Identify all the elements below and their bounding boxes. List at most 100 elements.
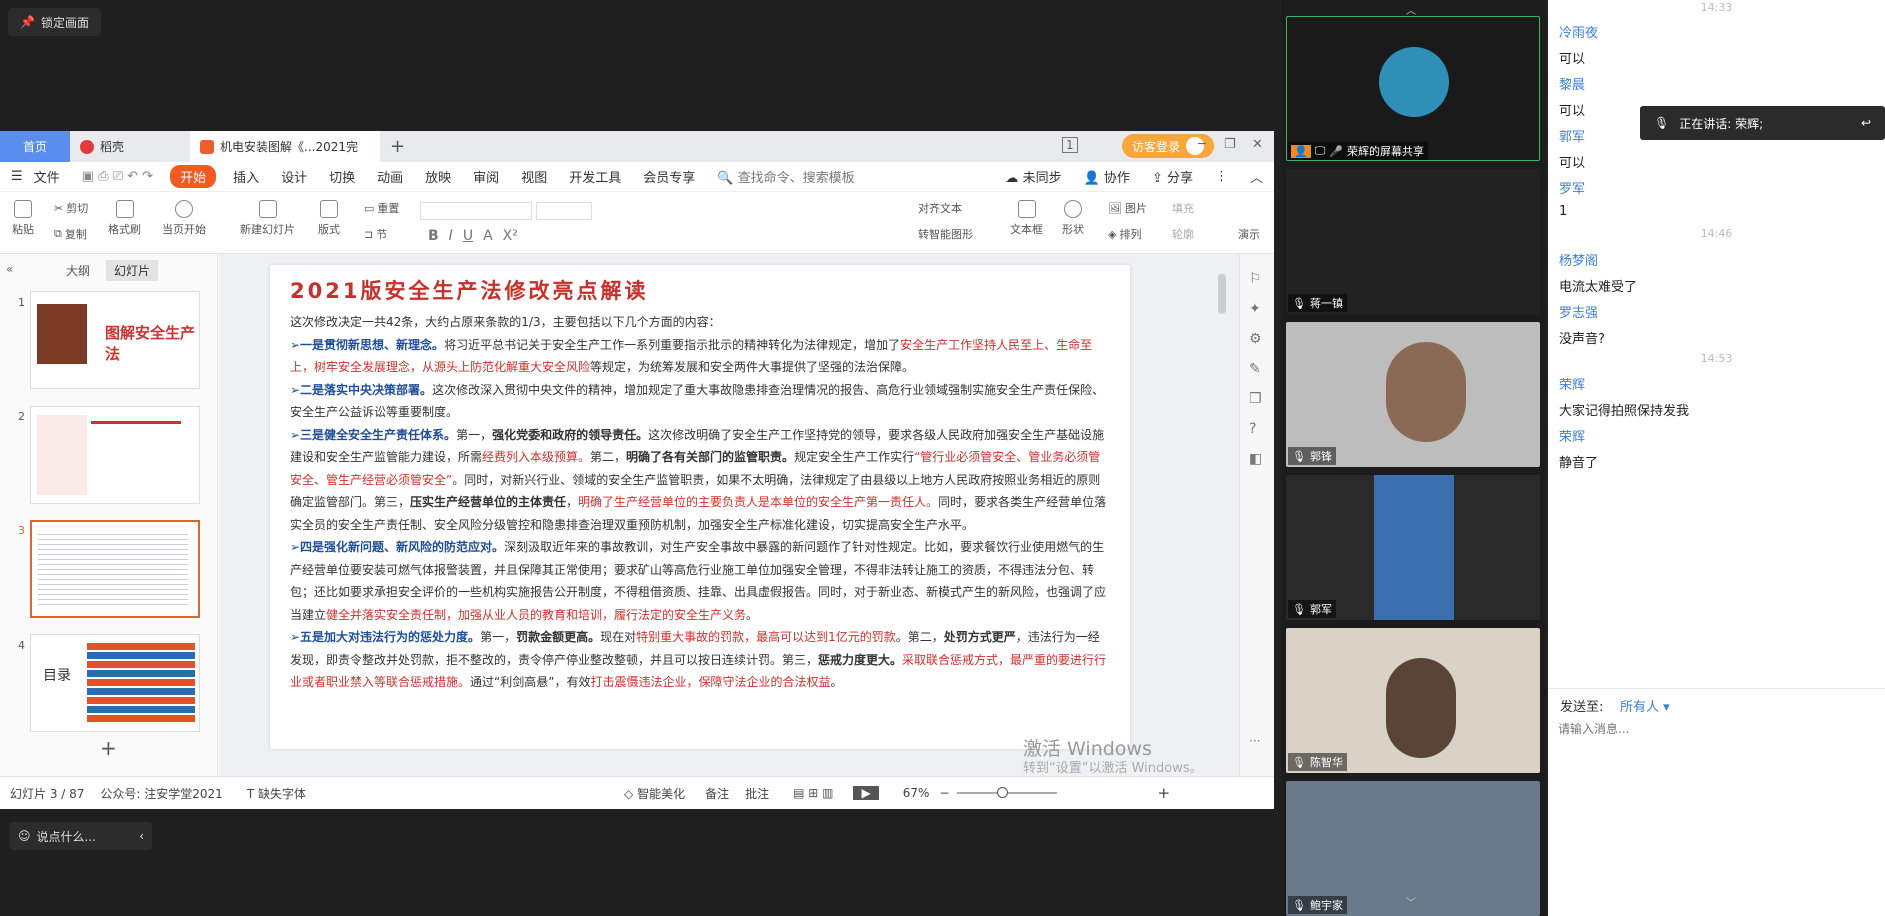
more-icon[interactable]: ⋮ [1204,169,1239,184]
page-icon[interactable]: 1 [1062,137,1078,153]
video-tile[interactable]: 🎙 郭军 [1286,475,1540,620]
slide-number: 2 [18,410,25,423]
video-tile[interactable]: 🎙 蒋一镇 [1286,169,1540,314]
from-current-button[interactable]: 当页开始 [162,200,206,237]
annotate-button[interactable]: 批注 [745,785,769,802]
tab-document[interactable]: 机电安装图解《...2021完 [190,131,380,162]
scroll-down-icon[interactable]: ﹀ [1406,894,1416,909]
notes-button[interactable]: 备注 [705,785,729,802]
arrange-button[interactable]: ◈ 排列 [1108,226,1141,242]
font-style-buttons[interactable]: B I U A X² [428,228,518,244]
maximize-icon[interactable]: ❐ [1224,137,1236,152]
beautify-button[interactable]: ◇ 智能美化 [624,785,685,802]
font-family-select[interactable] [420,202,532,220]
tab-home[interactable]: 首页 [0,131,70,162]
thumb-content [91,421,181,491]
menu-developer[interactable]: 开发工具 [558,167,632,186]
fill-button[interactable]: 填充 [1172,200,1194,216]
fill-label: 填充 [1172,202,1194,215]
zoom-slider-thumb[interactable] [997,787,1009,798]
minimize-icon[interactable]: ─ [1198,137,1206,152]
zoom-level[interactable]: 67% [903,786,930,800]
participant-video [1386,658,1456,758]
convert-smartart-button[interactable]: 转智能图形 [918,226,973,242]
status-bar: 幻灯片 3 / 87 公众号: 注安学堂2021 T 缺失字体 ◇ 智能美化 备… [0,776,1274,809]
scroll-up-icon[interactable]: ︿ [1406,2,1416,17]
menu-design[interactable]: 设计 [270,167,318,186]
hamburger-icon[interactable]: ☰ [0,169,34,184]
layout-button[interactable]: 版式 [318,200,340,237]
slide-thumb-4[interactable]: 目录 [30,634,200,732]
video-tile-screenshare[interactable]: 👤 🖵 🎤 荣辉的屏幕共享 [1286,16,1540,161]
zoom-in-icon[interactable]: + [1157,784,1170,802]
menu-insert[interactable]: 插入 [222,167,270,186]
copy-button[interactable]: ⧉ 复制 [54,226,87,242]
add-slide-button[interactable]: + [100,736,117,760]
video-tile[interactable]: 🎙 郭锋 [1286,322,1540,467]
file-menu[interactable]: 文件 [34,167,71,186]
slide[interactable]: 2021版安全生产法修改亮点解读 这次修改决定一共42条，大约占原来条款的1/3… [270,265,1130,749]
chat-time: 14:33 [1700,1,1733,14]
say-something-bar[interactable]: ☺ 说点什么... ‹ [10,822,152,850]
menu-animation[interactable]: 动画 [366,167,414,186]
side-tool-icons[interactable]: ⚐ ✦ ⚙ ✎ ❒? ◧ [1249,264,1262,474]
outline-tab[interactable]: 大纲 [66,262,90,279]
zoom-slider[interactable] [957,787,1058,798]
more-icon[interactable]: ··· [1249,734,1260,748]
collapse-icon[interactable]: ‹ [139,829,144,843]
point-bold: 处罚方式更严 [943,630,1016,644]
new-tab-button[interactable]: + [380,131,415,162]
say-something-input[interactable]: 说点什么... [37,828,96,845]
send-to-select[interactable]: 所有人 ▾ [1620,696,1670,715]
mic-off-icon: 🎙 [1292,898,1306,912]
lock-screen-button[interactable]: 📌 锁定画面 [8,8,101,36]
point-2: ➢二是落实中央决策部署。这次修改深入贯彻中央文件的精神，增加规定了重大事故隐患排… [290,379,1110,424]
point-5: ➢五是加大对违法行为的惩处力度。第一，罚款金额更高。现在对特别重大事故的罚款，最… [290,626,1110,694]
collapse-panel-icon[interactable]: « [6,262,13,276]
menu-view[interactable]: 视图 [510,167,558,186]
outline-button[interactable]: 轮廓 [1172,226,1194,242]
menu-review[interactable]: 审阅 [462,167,510,186]
textbox-button[interactable]: 文本框 [1010,200,1043,237]
new-slide-button[interactable]: 新建幻灯片 [240,200,295,237]
tab-daoke[interactable]: 稻壳 [70,131,190,162]
textbox-label: 文本框 [1010,223,1043,236]
video-tile[interactable]: 🎙 陈智华 [1286,628,1540,773]
close-icon[interactable]: ✕ [1252,137,1263,152]
picture-button[interactable]: 🖼 图片 [1108,200,1147,216]
play-button[interactable]: ▶ [853,786,879,800]
slides-tab[interactable]: 幻灯片 [106,260,159,281]
zoom-out-icon[interactable]: − [939,786,949,800]
missing-font-button[interactable]: T 缺失字体 [247,785,306,802]
paste-button[interactable]: 粘贴 [12,200,34,237]
chat-input[interactable] [1558,718,1868,740]
share-button[interactable]: ⇪ 分享 [1141,167,1204,186]
slide-thumb-1[interactable]: 图解安全生产法 [30,291,200,389]
command-search[interactable]: 🔍 查找命令、搜索模板 [706,167,865,186]
menu-member[interactable]: 会员专享 [632,167,706,186]
quick-access-icons[interactable]: ▣ ⎙ ⎚ ↶ ↷ [71,169,164,184]
scrollbar-thumb[interactable] [1218,274,1226,314]
unsync-button[interactable]: ☁ 未同步 [994,167,1072,186]
format-painter-button[interactable]: 格式刷 [108,200,141,237]
slide-thumb-2[interactable] [30,406,200,504]
view-mode-icons[interactable]: ▤ ⊞ ▥ [793,786,833,800]
vertical-scrollbar[interactable] [1218,258,1226,768]
reset-button[interactable]: ▭ 重置 [364,200,399,216]
menu-transition[interactable]: 切换 [318,167,366,186]
shape-button[interactable]: 形状 [1062,200,1084,237]
emoji-icon[interactable]: ☺ [18,829,31,843]
section-button[interactable]: ⊐ 节 [364,226,387,242]
slide-thumb-3[interactable] [30,520,200,618]
collapse-ribbon-icon[interactable]: ︿ [1239,167,1274,186]
font-size-select[interactable] [536,202,592,220]
menu-start[interactable]: 开始 [170,165,217,188]
present-button[interactable]: 演示 [1238,226,1260,242]
collapse-icon[interactable]: ↩ [1861,116,1871,130]
point-text: 通过“利剑高悬”，有效 [470,675,591,689]
chat-message: 没声音? [1559,332,1605,347]
align-text-button[interactable]: 对齐文本 [918,200,962,216]
collab-button[interactable]: 👤 协作 [1073,167,1141,186]
menu-slideshow[interactable]: 放映 [414,167,462,186]
cut-button[interactable]: ✂ 剪切 [54,200,88,216]
